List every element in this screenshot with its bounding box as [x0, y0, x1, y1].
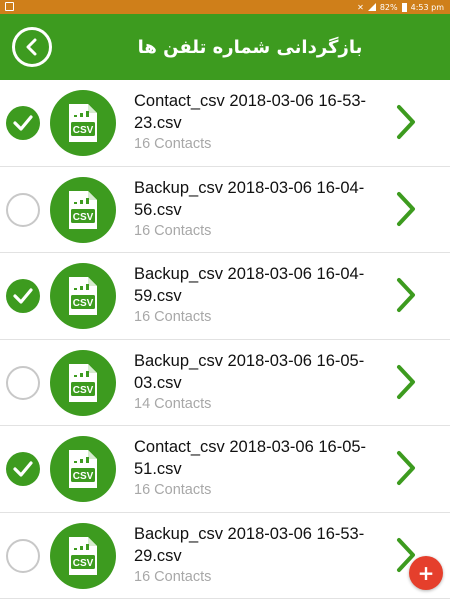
contact-count: 16 Contacts	[134, 482, 212, 498]
battery-icon	[401, 2, 407, 12]
chevron-right-icon[interactable]	[394, 102, 418, 142]
contact-count: 16 Contacts	[134, 568, 212, 585]
file-name: Backup_csv 2018-03-06 16-53-29.csv	[134, 524, 365, 565]
csv-file-icon: CSV	[50, 522, 116, 589]
back-arrow-icon	[26, 38, 37, 56]
select-checkbox[interactable]	[6, 452, 40, 486]
file-name: Contact_csv 2018-03-06 16-53-23.csv	[134, 92, 367, 132]
file-list-item[interactable]: CSV Contact_csv 2018-03-06 16-53-23.csv 16…	[0, 80, 450, 167]
select-checkbox[interactable]	[6, 279, 40, 313]
csv-file-icon: CSV	[50, 349, 116, 416]
app-toolbar: بازگردانی شماره تلفن ها	[0, 14, 450, 80]
csv-file-icon: CSV	[50, 90, 116, 156]
svg-text:CSV: CSV	[73, 298, 94, 309]
chevron-right-icon[interactable]	[394, 275, 418, 315]
contact-count: 16 Contacts	[134, 222, 212, 239]
file-name: Backup_csv 2018-03-06 16-04-56.csv	[134, 178, 365, 219]
svg-text:CSV: CSV	[73, 385, 94, 396]
file-list-item[interactable]: CSV Backup_csv 2018-03-06 16-53-29.csv 16 …	[0, 513, 450, 599]
plus-icon: +	[417, 561, 435, 585]
file-name: Backup_csv 2018-03-06 16-05-03.csv	[134, 351, 365, 392]
select-checkbox[interactable]	[6, 538, 40, 573]
file-list-item[interactable]: CSV Backup_csv 2018-03-06 16-04-59.csv 16 …	[0, 253, 450, 340]
page-title: بازگردانی شماره تلفن ها	[137, 36, 363, 58]
back-button[interactable]	[12, 27, 52, 67]
file-list-item[interactable]: CSV Contact_csv 2018-03-06 16-05-51.csv 16…	[0, 426, 450, 513]
file-name: Backup_csv 2018-03-06 16-04-59.csv	[134, 265, 365, 305]
file-list-item[interactable]: CSV Backup_csv 2018-03-06 16-04-56.csv 16 …	[0, 167, 450, 253]
contact-count: 16 Contacts	[134, 136, 212, 152]
csv-file-icon: CSV	[50, 263, 116, 329]
chevron-right-icon[interactable]	[394, 362, 418, 402]
notification-icon	[5, 2, 14, 11]
chevron-right-icon[interactable]	[394, 448, 418, 488]
status-bar: ✕ 82% 4:53 pm	[0, 0, 450, 14]
contact-count: 16 Contacts	[134, 309, 212, 325]
file-name: Contact_csv 2018-03-06 16-05-51.csv	[134, 438, 367, 478]
battery-percent: 82%	[379, 2, 398, 12]
svg-text:CSV: CSV	[73, 212, 94, 223]
select-checkbox[interactable]	[6, 106, 40, 140]
checkmark-icon	[13, 461, 33, 477]
status-time: 4:53 pm	[410, 2, 444, 12]
add-button[interactable]: +	[409, 556, 443, 590]
chevron-right-icon[interactable]	[394, 189, 418, 229]
checkmark-icon	[13, 288, 33, 304]
csv-file-icon: CSV	[50, 436, 116, 502]
csv-file-icon: CSV	[50, 176, 116, 243]
signal-icon	[367, 3, 376, 11]
svg-text:CSV: CSV	[73, 125, 94, 136]
backup-file-list: CSV Contact_csv 2018-03-06 16-53-23.csv 16…	[0, 80, 450, 600]
mute-icon: ✕	[357, 2, 364, 12]
svg-text:CSV: CSV	[73, 471, 94, 482]
checkmark-icon	[13, 115, 33, 131]
contact-count: 14 Contacts	[134, 395, 212, 412]
file-list-item[interactable]: CSV Backup_csv 2018-03-06 16-05-03.csv 14 …	[0, 340, 450, 426]
select-checkbox[interactable]	[6, 365, 40, 400]
svg-text:CSV: CSV	[73, 558, 94, 569]
select-checkbox[interactable]	[6, 192, 40, 227]
